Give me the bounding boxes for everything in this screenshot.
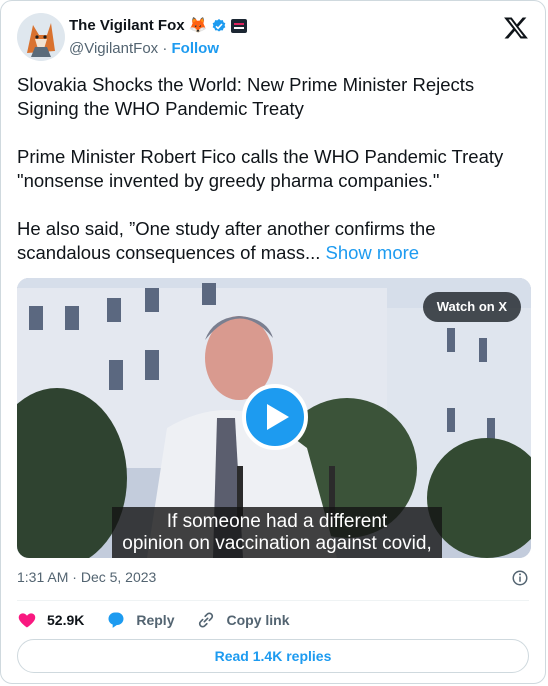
show-more-link[interactable]: Show more bbox=[320, 242, 420, 263]
info-icon[interactable] bbox=[511, 569, 529, 587]
tweet-line: He also said, ”One study after another c… bbox=[17, 218, 436, 239]
tweet-header: The Vigilant Fox 🦊 @VigilantFox · Follow bbox=[17, 13, 529, 61]
tweet-line: Slovakia Shocks the World: New Prime Min… bbox=[17, 74, 475, 95]
reply-label: Reply bbox=[136, 612, 175, 628]
play-button[interactable] bbox=[242, 384, 308, 450]
caption-line: If someone had a different bbox=[166, 511, 388, 532]
handle[interactable]: @VigilantFox bbox=[69, 40, 158, 57]
tweet-text: Slovakia Shocks the World: New Prime Min… bbox=[17, 73, 533, 265]
display-name[interactable]: The Vigilant Fox bbox=[69, 17, 185, 35]
caption-line: opinion on vaccination against covid, bbox=[122, 533, 432, 554]
avatar[interactable] bbox=[17, 13, 65, 61]
separator: · bbox=[162, 40, 168, 57]
action-bar: 52.9K Reply Copy link bbox=[17, 609, 312, 631]
video-caption: If someone had a different opinion on va… bbox=[112, 507, 442, 558]
divider bbox=[17, 600, 529, 601]
play-icon bbox=[267, 404, 289, 430]
tweet-line: "nonsense invented by greedy pharma comp… bbox=[17, 170, 440, 191]
reply-bubble-icon bbox=[108, 612, 124, 628]
tweet-meta: 1:31 AM · Dec 5, 2023 bbox=[17, 569, 529, 589]
reply-button[interactable]: Reply bbox=[106, 610, 174, 630]
fox-avatar-icon bbox=[17, 13, 65, 61]
display-name-row: The Vigilant Fox 🦊 bbox=[69, 17, 248, 35]
read-replies-button[interactable]: Read 1.4K replies bbox=[17, 639, 529, 673]
handle-row: @VigilantFox · Follow bbox=[69, 39, 247, 59]
tweet-line: Prime Minister Robert Fico calls the WHO… bbox=[17, 146, 504, 167]
copy-link-button[interactable]: Copy link bbox=[196, 610, 290, 630]
x-logo-icon[interactable] bbox=[503, 15, 529, 41]
tweet-card: The Vigilant Fox 🦊 @VigilantFox · Follow bbox=[0, 0, 546, 684]
meta-dot: · bbox=[72, 569, 77, 585]
tweet-time[interactable]: 1:31 AM bbox=[17, 569, 68, 585]
heart-icon bbox=[18, 613, 36, 628]
tweet-line: Signing the WHO Pandemic Treaty bbox=[17, 98, 304, 119]
follow-button[interactable]: Follow bbox=[172, 40, 220, 57]
tweet-line: scandalous consequences of mass... bbox=[17, 242, 321, 263]
tweet-date[interactable]: Dec 5, 2023 bbox=[81, 569, 157, 585]
link-icon bbox=[199, 612, 214, 628]
video-player[interactable]: Watch on X If someone had a different op… bbox=[17, 278, 531, 558]
affiliate-badge-icon bbox=[231, 19, 248, 33]
verified-badge-icon bbox=[212, 19, 226, 32]
like-button[interactable]: 52.9K bbox=[17, 610, 84, 630]
watch-on-x-button[interactable]: Watch on X bbox=[422, 292, 521, 322]
like-count: 52.9K bbox=[47, 612, 85, 628]
fox-emoji: 🦊 bbox=[188, 17, 208, 34]
copy-link-label: Copy link bbox=[226, 612, 290, 628]
